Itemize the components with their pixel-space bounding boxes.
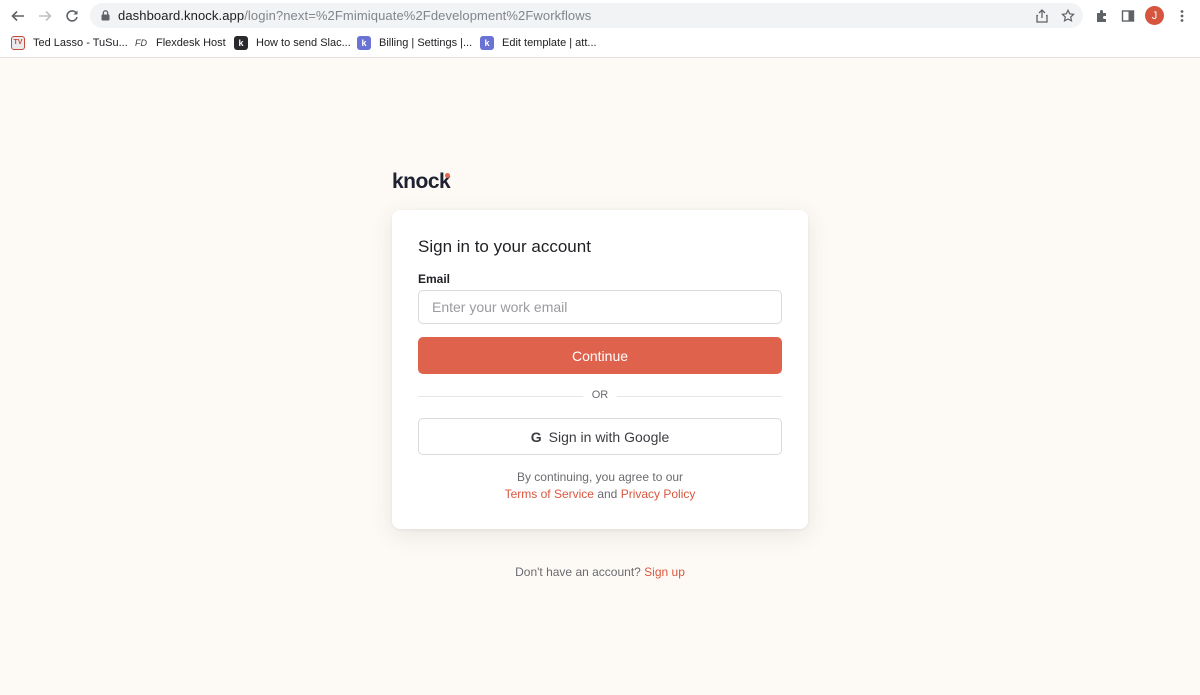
lock-icon: [101, 10, 110, 21]
bookmark-edit-template[interactable]: k Edit template | att...: [480, 34, 597, 51]
browser-chrome: dashboard.knock.app/login?next=%2Fmimiqu…: [0, 0, 1200, 58]
url-text[interactable]: dashboard.knock.app/login?next=%2Fmimiqu…: [118, 8, 591, 23]
browser-toolbar: dashboard.knock.app/login?next=%2Fmimiqu…: [0, 0, 1200, 31]
bookmark-flexdesk[interactable]: FD Flexdesk Host: [134, 34, 226, 51]
signup-prompt: Don't have an account?: [515, 565, 641, 579]
login-card: Sign in to your account Email Continue O…: [392, 210, 808, 529]
continue-button[interactable]: Continue: [418, 337, 782, 374]
url-path: /login?next=%2Fmimiquate%2Fdevelopment%2…: [244, 8, 592, 23]
knock-k-icon: k: [234, 35, 248, 50]
terms-and-text: and: [597, 487, 618, 501]
terms-links: Terms of Service and Privacy Policy: [392, 487, 808, 501]
tv-icon: TV: [11, 35, 25, 50]
google-signin-button[interactable]: G Sign in with Google: [418, 418, 782, 455]
email-label: Email: [418, 272, 451, 286]
terms-of-service-link[interactable]: Terms of Service: [505, 487, 594, 501]
kebab-menu-icon[interactable]: [1171, 5, 1193, 27]
bookmark-label: Ted Lasso - TuSu...: [33, 36, 128, 49]
star-icon[interactable]: [1058, 6, 1078, 26]
reload-icon[interactable]: [61, 5, 83, 27]
side-panel-icon[interactable]: [1117, 5, 1139, 27]
extensions-icon[interactable]: [1091, 5, 1113, 27]
back-icon[interactable]: [7, 5, 29, 27]
forward-icon[interactable]: [34, 5, 56, 27]
bookmark-ted-lasso[interactable]: TV Ted Lasso - TuSu...: [11, 34, 128, 51]
knock-k-icon: k: [480, 35, 494, 50]
logo-dot: [445, 173, 450, 178]
bookmarks-bar: TV Ted Lasso - TuSu... FD Flexdesk Host …: [0, 31, 1200, 53]
divider-right: [617, 396, 782, 397]
bookmark-label: Billing | Settings |...: [379, 36, 473, 49]
or-separator: OR: [591, 389, 609, 401]
privacy-policy-link[interactable]: Privacy Policy: [621, 487, 696, 501]
bookmark-label: How to send Slac...: [256, 36, 351, 49]
page-title: Sign in to your account: [418, 237, 591, 256]
signup-link[interactable]: Sign up: [644, 565, 685, 579]
bookmark-how-to-send-slack[interactable]: k How to send Slac...: [234, 34, 351, 51]
profile-avatar[interactable]: J: [1145, 6, 1164, 25]
google-icon: G: [530, 428, 542, 445]
bookmark-billing-settings[interactable]: k Billing | Settings |...: [357, 34, 472, 51]
knock-logo: knock: [392, 170, 451, 193]
knock-k-icon: k: [357, 35, 371, 50]
flexdesk-icon: FD: [135, 37, 147, 48]
share-icon[interactable]: [1032, 6, 1052, 26]
url-host: dashboard.knock.app: [118, 8, 245, 23]
bookmark-label: Edit template | att...: [502, 36, 597, 49]
email-field[interactable]: [418, 290, 782, 324]
terms-text: By continuing, you agree to our: [516, 470, 684, 484]
google-signin-label: Sign in with Google: [548, 428, 670, 445]
bookmark-label: Flexdesk Host: [156, 36, 226, 49]
address-bar[interactable]: dashboard.knock.app/login?next=%2Fmimiqu…: [90, 3, 1083, 28]
signup-row: Don't have an account? Sign up: [0, 565, 1200, 579]
